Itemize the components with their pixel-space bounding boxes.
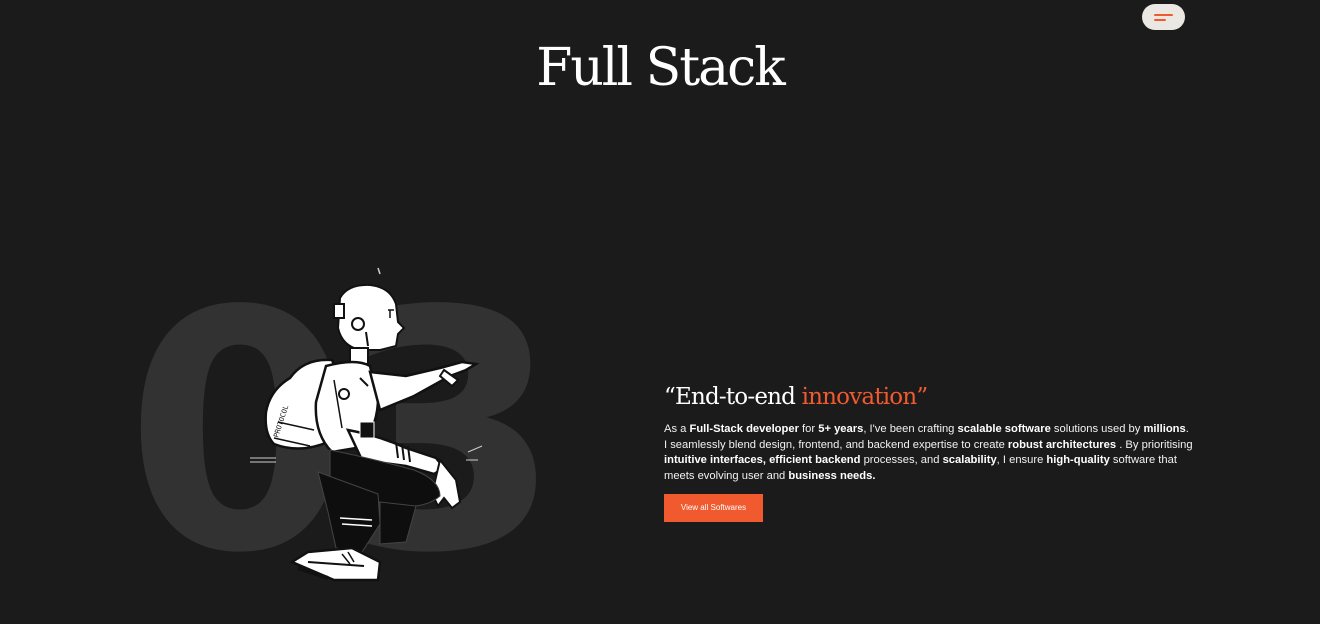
- content-block: “End-to-end innovation” As a Full-Stack …: [664, 384, 1194, 523]
- description-highlight: scalability: [942, 454, 997, 467]
- description-text: As a: [664, 423, 690, 435]
- description-highlight: intuitive interfaces, efficient backend: [664, 454, 861, 467]
- description-highlight: millions: [1143, 423, 1186, 435]
- quote-accent: innovation: [801, 384, 918, 410]
- description-highlight: robust architectures: [1007, 438, 1117, 451]
- description-text: for: [798, 423, 819, 435]
- description-highlight: Full-Stack developer: [689, 423, 799, 435]
- page-title: Full Stack: [536, 38, 786, 98]
- description-highlight: scalable software: [957, 423, 1051, 435]
- crouching-robot-pointing-illustration: PROTOCOL: [250, 267, 483, 582]
- description-text: , I ensure: [996, 454, 1047, 467]
- quote-close: ”: [916, 384, 928, 410]
- section-description: As a Full-Stack developer for 5+ years, …: [664, 422, 1194, 484]
- view-all-softwares-button[interactable]: View all Softwares: [664, 494, 763, 523]
- description-text: processes, and: [860, 454, 943, 467]
- page: Full Stack 03 PROTOCOL: [0, 0, 1320, 624]
- description-highlight: business needs.: [788, 469, 876, 482]
- menu-button[interactable]: [1142, 4, 1185, 30]
- description-text: . By prioritising: [1116, 438, 1193, 451]
- description-highlight: high-quality: [1046, 454, 1110, 467]
- quote-lead: “End-to-end: [664, 384, 802, 410]
- description-text: , I've been crafting: [863, 423, 958, 435]
- description-highlight: 5+ years: [818, 423, 864, 435]
- description-text: solutions used by: [1050, 423, 1144, 435]
- section-quote: “End-to-end innovation”: [664, 384, 1194, 410]
